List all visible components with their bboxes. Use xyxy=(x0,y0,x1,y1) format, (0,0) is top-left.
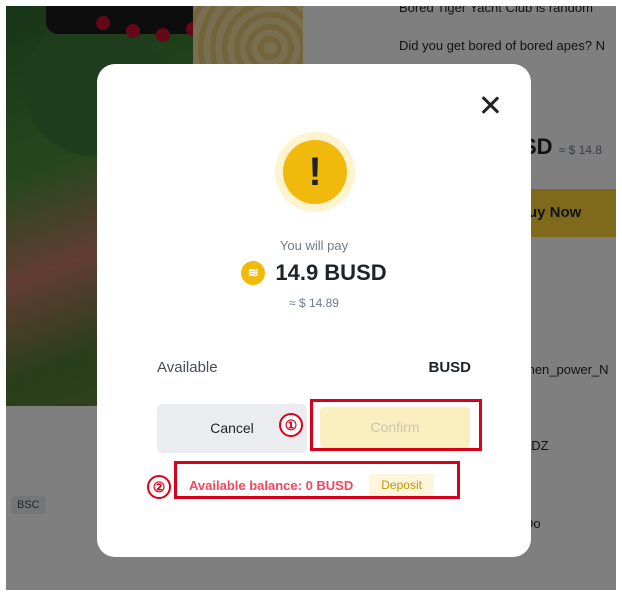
warning-icon-ring: ! xyxy=(275,132,355,212)
annotation-box-balance xyxy=(174,461,460,499)
busd-token-icon: ≋ xyxy=(241,261,266,285)
annotation-number-2: ② xyxy=(147,475,171,499)
available-label: Available xyxy=(157,359,218,376)
annotation-number-1: ① xyxy=(279,413,303,437)
close-icon[interactable] xyxy=(479,94,501,116)
payment-amount: ≋ 14.9 BUSD xyxy=(97,260,531,286)
available-value: BUSD xyxy=(428,359,471,376)
payment-usd-approx: ≈ $ 14.89 xyxy=(289,296,339,310)
you-will-pay-label: You will pay xyxy=(279,238,349,253)
payment-amount-value: 14.9 BUSD xyxy=(275,260,387,285)
exclamation-icon: ! xyxy=(283,140,347,204)
annotation-box-confirm xyxy=(310,399,482,451)
